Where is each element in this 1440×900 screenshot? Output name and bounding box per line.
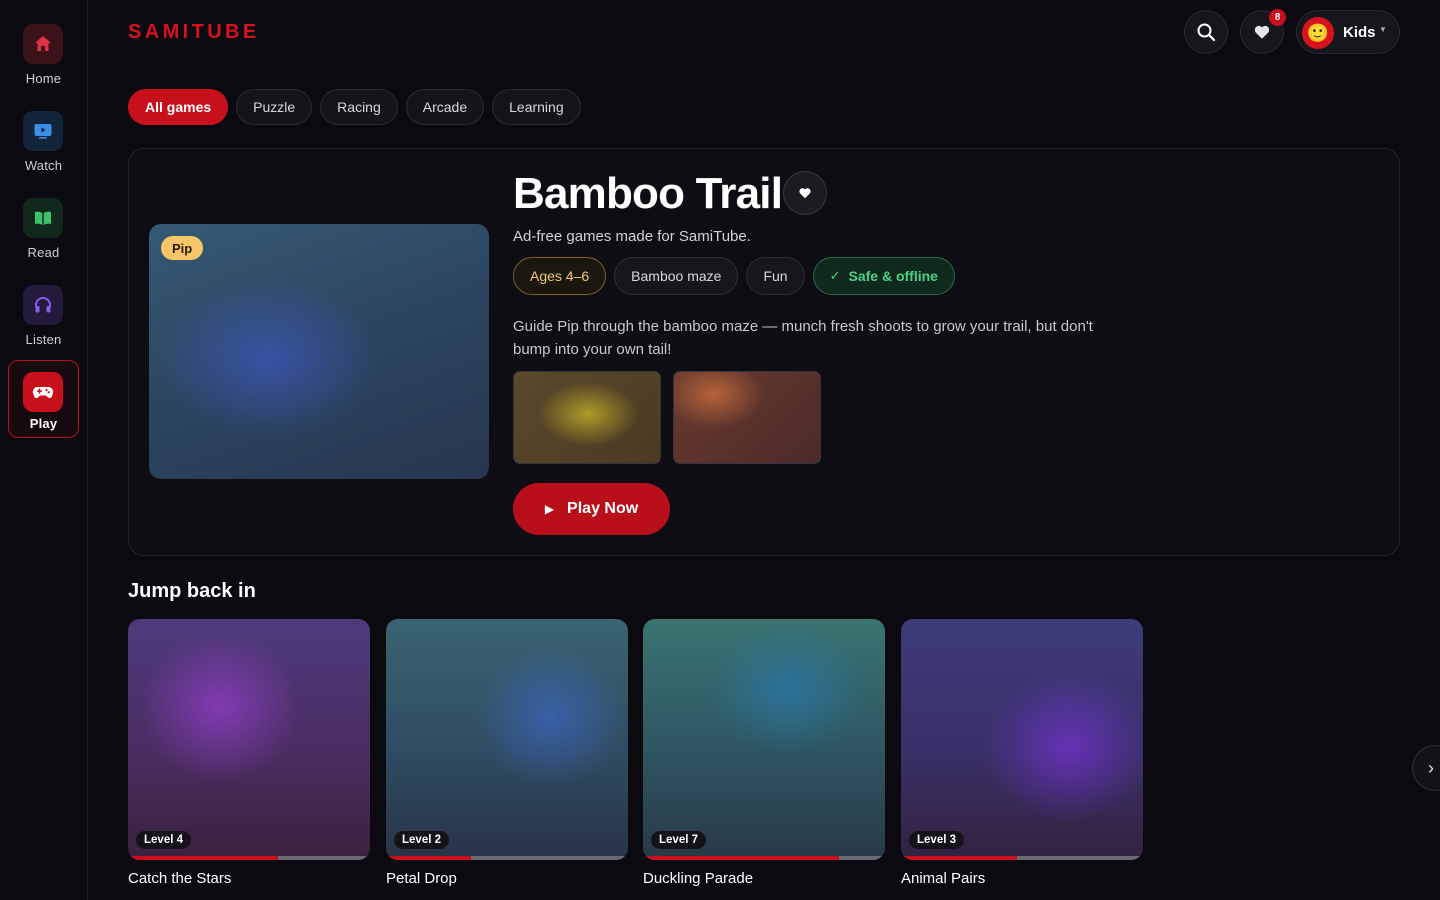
progress-bar: [386, 856, 628, 860]
section-title: Jump back in: [128, 580, 256, 602]
sidebar-item-home[interactable]: Home: [8, 12, 79, 90]
play-now-label: Play Now: [567, 500, 639, 517]
game-card[interactable]: Level 7 Duckling Parade: [643, 619, 885, 887]
game-card-artwork: Level 2: [386, 619, 628, 860]
screenshot-thumbnail[interactable]: [673, 371, 821, 464]
checkmark-icon: ✓: [829, 268, 841, 283]
chevron-right-icon: ›: [1428, 757, 1434, 778]
category-filters: All games Puzzle Racing Arcade Learning: [128, 89, 581, 125]
filter-all-games[interactable]: All games: [128, 89, 229, 125]
sidebar-item-label: Home: [25, 71, 62, 86]
game-card-title: Petal Drop: [386, 870, 457, 887]
level-badge: Level 7: [651, 831, 706, 849]
favorites-button[interactable]: 8: [1240, 9, 1286, 54]
filter-arcade[interactable]: Arcade: [405, 89, 485, 125]
app-logo[interactable]: SAMITUBE: [128, 21, 260, 44]
sidebar: Home Watch Read Listen Play: [0, 0, 88, 900]
play-icon: ▶: [544, 502, 555, 516]
profile-switcher[interactable]: 🙂 Kids ▼: [1296, 10, 1400, 54]
carousel-next-button[interactable]: ›: [1412, 745, 1440, 791]
sidebar-item-watch[interactable]: Watch: [8, 99, 79, 177]
featured-game-artwork[interactable]: Pip: [149, 224, 489, 479]
level-badge: Level 2: [394, 831, 449, 849]
sidebar-item-listen[interactable]: Listen: [8, 273, 79, 351]
game-card-artwork: Level 7: [643, 619, 885, 860]
avatar: 🙂: [1302, 17, 1334, 49]
level-badge: Level 3: [909, 831, 964, 849]
filter-learning[interactable]: Learning: [492, 89, 581, 125]
search-button[interactable]: [1184, 10, 1228, 54]
game-card-artwork: Level 4: [128, 619, 370, 860]
gamepad-icon: [23, 372, 63, 412]
play-now-button[interactable]: ▶ Play Now: [513, 483, 670, 535]
screenshot-thumbnail[interactable]: [513, 371, 661, 464]
profile-name: Kids: [1343, 24, 1376, 41]
heart-icon: [1254, 25, 1270, 39]
tv-icon: [23, 111, 63, 151]
safe-offline-label: Safe & offline: [848, 268, 938, 284]
sidebar-item-label: Play: [29, 416, 58, 431]
featured-game-hero: Pip Bamboo Trail Ad-free games made for …: [128, 148, 1400, 556]
game-card[interactable]: Level 3 Animal Pairs: [901, 619, 1143, 887]
featured-game-tags: Ages 4–6 Bamboo maze Fun ✓ Safe & offlin…: [513, 257, 955, 295]
level-badge: Level 4: [136, 831, 191, 849]
mood-tag: Fun: [746, 257, 805, 295]
sidebar-item-label: Read: [27, 245, 60, 260]
smiley-icon: 🙂: [1306, 23, 1330, 43]
headphones-icon: [23, 285, 63, 325]
progress-bar: [643, 856, 885, 860]
sidebar-item-label: Watch: [24, 158, 63, 173]
sidebar-item-play[interactable]: Play: [8, 360, 79, 438]
search-icon: [1197, 23, 1216, 42]
heart-icon: [799, 188, 811, 199]
featured-game-description: Guide Pip through the bamboo maze — munc…: [513, 318, 1093, 358]
favorites-count-badge: 8: [1269, 9, 1286, 26]
filter-puzzle[interactable]: Puzzle: [236, 89, 313, 125]
chevron-down-icon: ▼: [1379, 25, 1387, 34]
sidebar-item-label: Listen: [25, 332, 62, 347]
game-card-title: Duckling Parade: [643, 870, 754, 887]
game-card-artwork: Level 3: [901, 619, 1143, 860]
featured-game-title: Bamboo Trail: [513, 169, 783, 218]
game-card[interactable]: Level 4 Catch the Stars: [128, 619, 370, 887]
sidebar-item-read[interactable]: Read: [8, 186, 79, 264]
age-range-tag: Ages 4–6: [513, 257, 607, 295]
character-badge: Pip: [161, 236, 204, 260]
featured-game-subtitle: Ad-free games made for SamiTube.: [513, 228, 751, 245]
book-icon: [23, 198, 63, 238]
game-card-title: Animal Pairs: [901, 870, 986, 887]
genre-tag: Bamboo maze: [614, 257, 739, 295]
game-card-title: Catch the Stars: [128, 870, 232, 887]
home-icon: [23, 24, 63, 64]
safe-offline-tag: ✓ Safe & offline: [812, 257, 955, 295]
progress-bar: [128, 856, 370, 860]
progress-bar: [901, 856, 1143, 860]
add-favorite-button[interactable]: [783, 171, 827, 215]
filter-racing[interactable]: Racing: [320, 89, 398, 125]
game-card[interactable]: Level 2 Petal Drop: [386, 619, 628, 887]
